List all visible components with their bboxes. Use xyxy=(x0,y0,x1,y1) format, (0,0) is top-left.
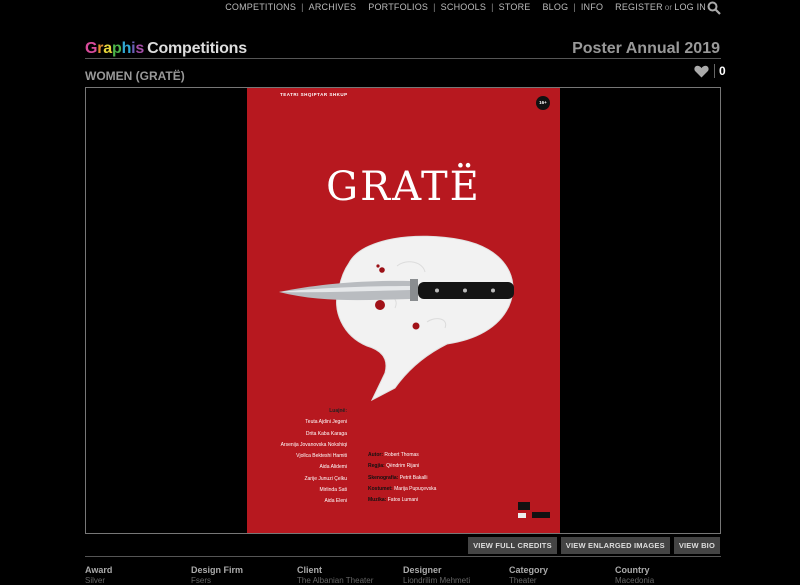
nav-schools[interactable]: SCHOOLS xyxy=(441,2,486,12)
entry-title: WOMEN (GRATË) xyxy=(85,69,185,83)
view-bio-button[interactable]: VIEW BIO xyxy=(673,537,720,554)
competitions-label: Competitions xyxy=(147,40,247,57)
action-buttons: VIEW FULL CREDITS VIEW ENLARGED IMAGES V… xyxy=(468,537,720,554)
nav-blog[interactable]: BLOG xyxy=(542,2,568,12)
nav-store[interactable]: STORE xyxy=(499,2,531,12)
graphis-competitions-logo[interactable]: Graphis Competitions xyxy=(85,40,247,58)
like-count: 0 xyxy=(714,64,726,78)
nav-separator: | xyxy=(301,2,304,12)
nav-archives[interactable]: ARCHIVES xyxy=(309,2,357,12)
meta-country: Country Macedonia xyxy=(615,565,655,585)
top-navigation: COMPETITIONS | ARCHIVES PORTFOLIOS | SCHOOLS |… xyxy=(225,2,706,12)
cast-list: Luajnë: Teuta Ajdini Jegeni Drita Kaba K… xyxy=(247,406,347,508)
nav-portfolios[interactable]: PORTFOLIOS xyxy=(368,2,428,12)
nav-register[interactable]: REGISTER xyxy=(615,2,663,12)
crew-row: Muzika: Fatos Lumani xyxy=(368,497,419,504)
graphis-wordmark: Graphis xyxy=(85,40,145,57)
cast-member: Teuta Ajdini Jegeni xyxy=(305,419,347,426)
poster-image: TEATRI SHQIPTAR SHKUP 16+ GRATË Luajnë: … xyxy=(247,88,560,533)
cast-member: Zarije Junuzi Çelku xyxy=(304,475,347,482)
crew-row: Autor: Robert Thomas xyxy=(368,452,419,458)
cast-member: Mirlinda Sati xyxy=(319,487,347,494)
nav-separator: | xyxy=(573,2,576,12)
meta-award: Award Silver xyxy=(85,565,113,585)
crew-row: Skenografia: Petrit Bakalli xyxy=(368,474,428,481)
poster-theatre: TEATRI SHQIPTAR SHKUP xyxy=(280,92,348,97)
cast-member: Arsenija Jovanovska Nokshiqi xyxy=(280,441,347,448)
nav-separator: | xyxy=(433,2,436,12)
crew-row: Kostumet: Marija Pupuçevska xyxy=(368,485,437,492)
view-full-credits-button[interactable]: VIEW FULL CREDITS xyxy=(468,537,557,554)
crew-row: Regjia: Qëndrim Rijani xyxy=(368,463,420,470)
header-divider xyxy=(85,58,721,59)
napkin-knife-illustration xyxy=(279,235,514,402)
cast-member: Drita Kaba Karaga xyxy=(305,430,347,437)
cast-member: Aida Eleni xyxy=(324,498,347,505)
nav-info[interactable]: INFO xyxy=(581,2,603,12)
meta-client: Client The Albanian Theater xyxy=(297,565,374,585)
cast-member: Aida Alidemi xyxy=(319,464,347,471)
meta-designer: Designer Liondrilim Mehmeti xyxy=(403,565,471,585)
annual-title: Poster Annual 2019 xyxy=(572,40,720,57)
nav-competitions[interactable]: COMPETITIONS xyxy=(225,2,296,12)
nav-or: or xyxy=(664,3,673,12)
crew-list: Autor: Robert Thomas Regjia: Qëndrim Rij… xyxy=(368,450,436,506)
heart-icon[interactable] xyxy=(694,65,709,78)
poster-title: GRATË xyxy=(326,164,481,210)
age-rating-badge: 16+ xyxy=(536,96,550,110)
search-icon[interactable] xyxy=(707,1,721,15)
meta-category: Category Theater xyxy=(509,565,549,585)
image-viewer[interactable]: TEATRI SHQIPTAR SHKUP 16+ GRATË Luajnë: … xyxy=(85,87,721,534)
theatre-logo xyxy=(518,502,550,518)
meta-design-firm: Design Firm Fsers xyxy=(191,565,244,585)
likes: 0 xyxy=(694,64,726,78)
entry-metadata: Award Silver Design Firm Fsers Client The A… xyxy=(85,565,721,585)
nav-separator: | xyxy=(491,2,494,12)
nav-login[interactable]: LOG IN xyxy=(674,2,706,12)
cast-label: Luajnë: xyxy=(329,408,347,414)
meta-divider xyxy=(85,556,721,557)
sponsor-logos xyxy=(516,500,552,523)
view-enlarged-images-button[interactable]: VIEW ENLARGED IMAGES xyxy=(560,537,670,554)
cast-member: Vjollca Bekteshi Hamiti xyxy=(296,453,347,460)
